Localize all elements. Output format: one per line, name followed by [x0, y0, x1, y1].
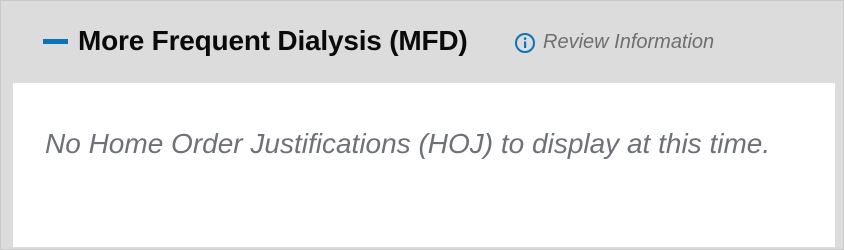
review-information-link[interactable]: Review Information — [514, 31, 714, 54]
panel-body: No Home Order Justifications (HOJ) to di… — [13, 83, 835, 247]
panel-title: More Frequent Dialysis (MFD) — [78, 25, 468, 56]
mfd-panel: More Frequent Dialysis (MFD) Review Info… — [0, 0, 844, 250]
info-circle-icon — [515, 32, 535, 53]
collapse-minus-icon[interactable] — [43, 39, 68, 44]
empty-state-message: No Home Order Justifications (HOJ) to di… — [45, 128, 771, 159]
panel-header: More Frequent Dialysis (MFD) Review Info… — [1, 1, 843, 83]
review-information-label: Review Information — [543, 31, 715, 53]
